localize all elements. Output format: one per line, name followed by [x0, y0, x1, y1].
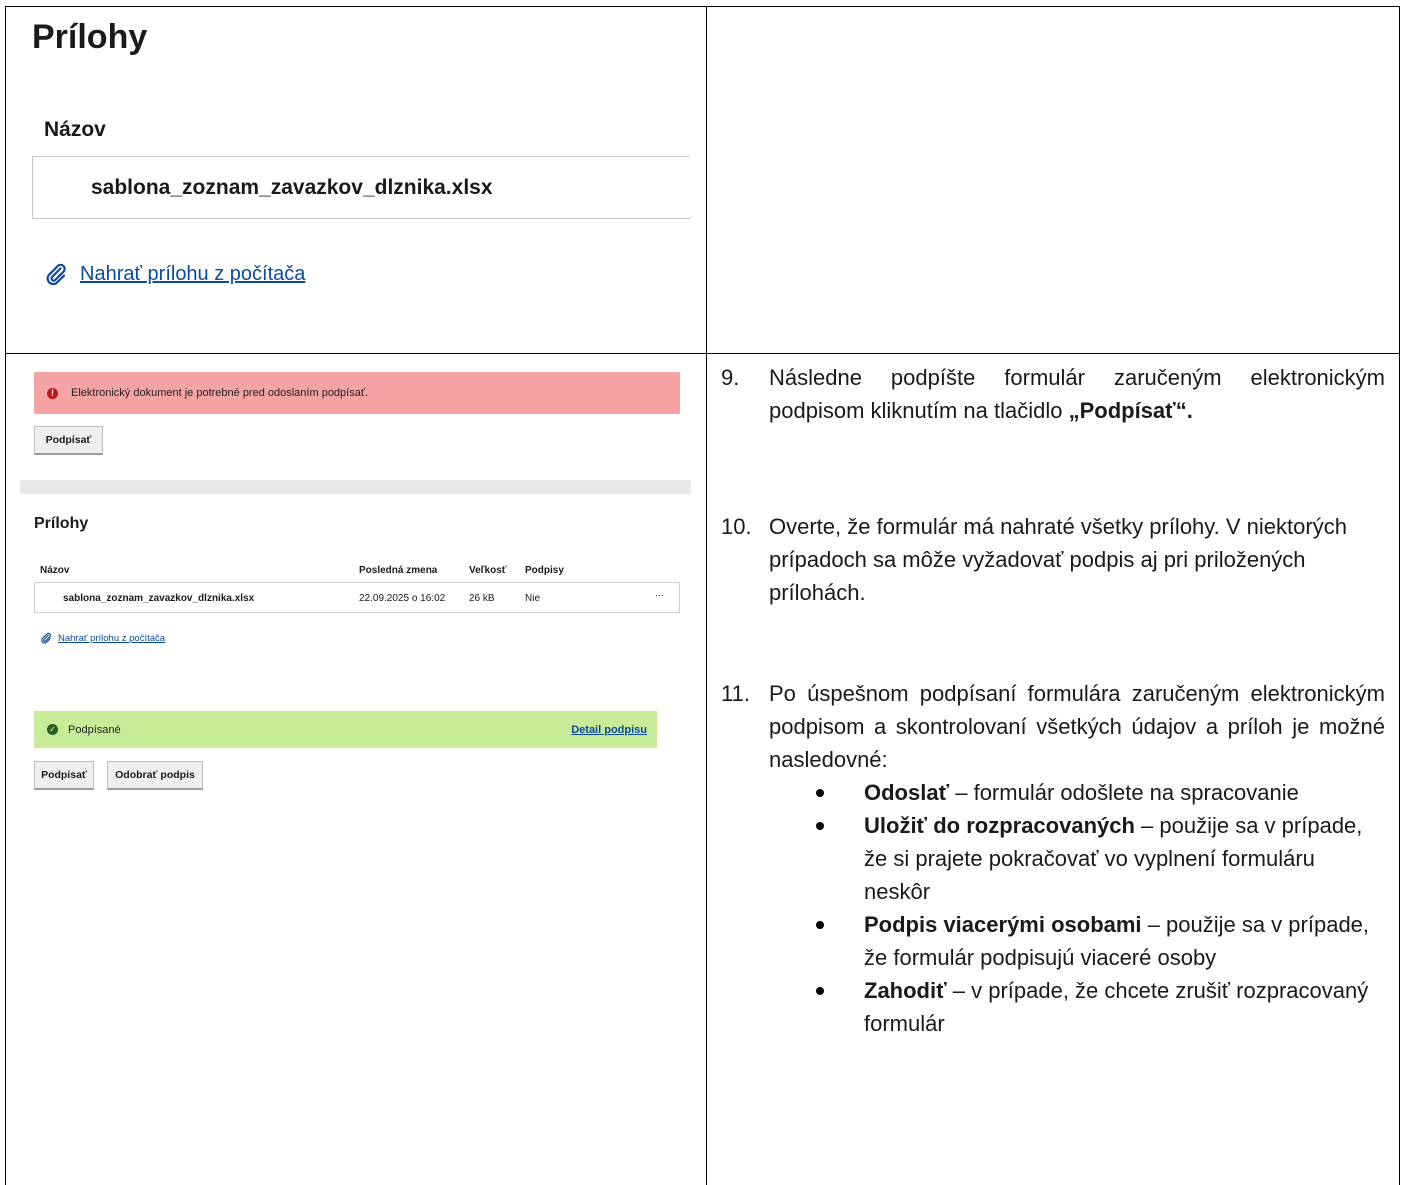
step-9-number: 9.: [721, 365, 740, 390]
step-10-number: 10.: [721, 514, 752, 539]
table-row-divider: [5, 353, 1400, 354]
option-discard: Zahodiť – v prípade, že chcete zrušiť ro…: [816, 974, 1374, 1040]
option-send: Odoslať – formulár odošlete na spracovan…: [816, 776, 1374, 809]
option-send-label: Odoslať: [864, 780, 950, 805]
options-list: Odoslať – formulár odošlete na spracovan…: [816, 776, 1374, 1040]
bullet-icon: [816, 822, 824, 830]
paperclip-icon: [40, 632, 52, 644]
option-multi-sign: Podpis viacerými osobami – použije sa v …: [816, 908, 1374, 974]
paperclip-icon: [44, 262, 68, 286]
bullet-icon: [816, 921, 824, 929]
signed-banner: ✓ Podpísané Detail podpisu: [34, 711, 657, 748]
table-border-left: [5, 6, 6, 1185]
row-more-menu[interactable]: ···: [655, 590, 664, 600]
step-11-number: 11.: [721, 681, 750, 706]
step-9-text-bold: „Podpísať“.: [1068, 398, 1193, 423]
sign-button[interactable]: Podpísať: [34, 426, 103, 455]
row-modified: 22.09.2025 o 16:02: [359, 593, 446, 604]
option-multi-sign-label: Podpis viacerými osobami: [864, 912, 1142, 937]
error-text: Elektronický dokument je potrebné pred o…: [71, 387, 369, 399]
step-10: 10. Overte, že formulár má nahraté všetk…: [721, 510, 1385, 609]
sign-button-2[interactable]: Podpísať: [34, 761, 94, 790]
check-icon: ✓: [47, 724, 58, 735]
error-banner: ! Elektronický dokument je potrebné pred…: [34, 372, 680, 414]
option-send-desc: – formulár odošlete na spracovanie: [949, 780, 1299, 805]
option-save-draft-label: Uložiť do rozpracovaných: [864, 813, 1135, 838]
error-icon: !: [47, 387, 58, 399]
attachments-section-title: Prílohy: [34, 515, 89, 532]
upload-link-text[interactable]: Nahrať prílohu z počítača: [80, 263, 305, 286]
column-header-size: Veľkosť: [469, 565, 507, 576]
step-9-text: Následne podpíšte formulár zaručeným ele…: [769, 361, 1385, 427]
signature-detail-link[interactable]: Detail podpisu: [571, 724, 647, 736]
table-border-top: [5, 6, 1400, 7]
remove-signature-button[interactable]: Odobrať podpis: [107, 761, 203, 790]
bullet-icon: [816, 987, 824, 995]
step-11: 11. Po úspešnom podpísaní formulára zaru…: [721, 677, 1385, 776]
option-save-draft: Uložiť do rozpracovaných – použije sa v …: [816, 809, 1374, 908]
option-discard-label: Zahodiť: [864, 978, 947, 1003]
signed-text: Podpísané: [68, 723, 121, 736]
upload-link-small-text[interactable]: Nahrať prílohu z počítača: [58, 633, 165, 644]
attachments-title: Prílohy: [32, 18, 148, 56]
name-column-label: Názov: [44, 118, 106, 141]
column-header-name: Názov: [40, 565, 70, 576]
column-header-signatures: Podpisy: [525, 565, 564, 576]
section-separator: [20, 480, 691, 494]
row-size: 26 kB: [469, 593, 495, 604]
upload-link-small[interactable]: Nahrať prílohu z počítača: [40, 632, 165, 644]
file-row[interactable]: sablona_zoznam_zavazkov_dlznika.xlsx: [32, 156, 690, 219]
column-header-modified: Posledná zmena: [359, 565, 438, 576]
table-border-right: [1399, 6, 1400, 1185]
step-9: 9. Následne podpíšte formulár zaručeným …: [721, 361, 1385, 427]
table-border-middle: [706, 6, 707, 1185]
file-name: sablona_zoznam_zavazkov_dlznika.xlsx: [91, 176, 493, 199]
step-10-text: Overte, že formulár má nahraté všetky pr…: [769, 514, 1347, 605]
row-file-name: sablona_zoznam_zavazkov_dlznika.xlsx: [63, 593, 255, 604]
upload-link[interactable]: Nahrať prílohu z počítača: [44, 262, 305, 286]
row-signatures: Nie: [525, 593, 541, 604]
step-11-text: Po úspešnom podpísaní formulára zaručený…: [769, 681, 1385, 772]
bullet-icon: [816, 789, 824, 797]
